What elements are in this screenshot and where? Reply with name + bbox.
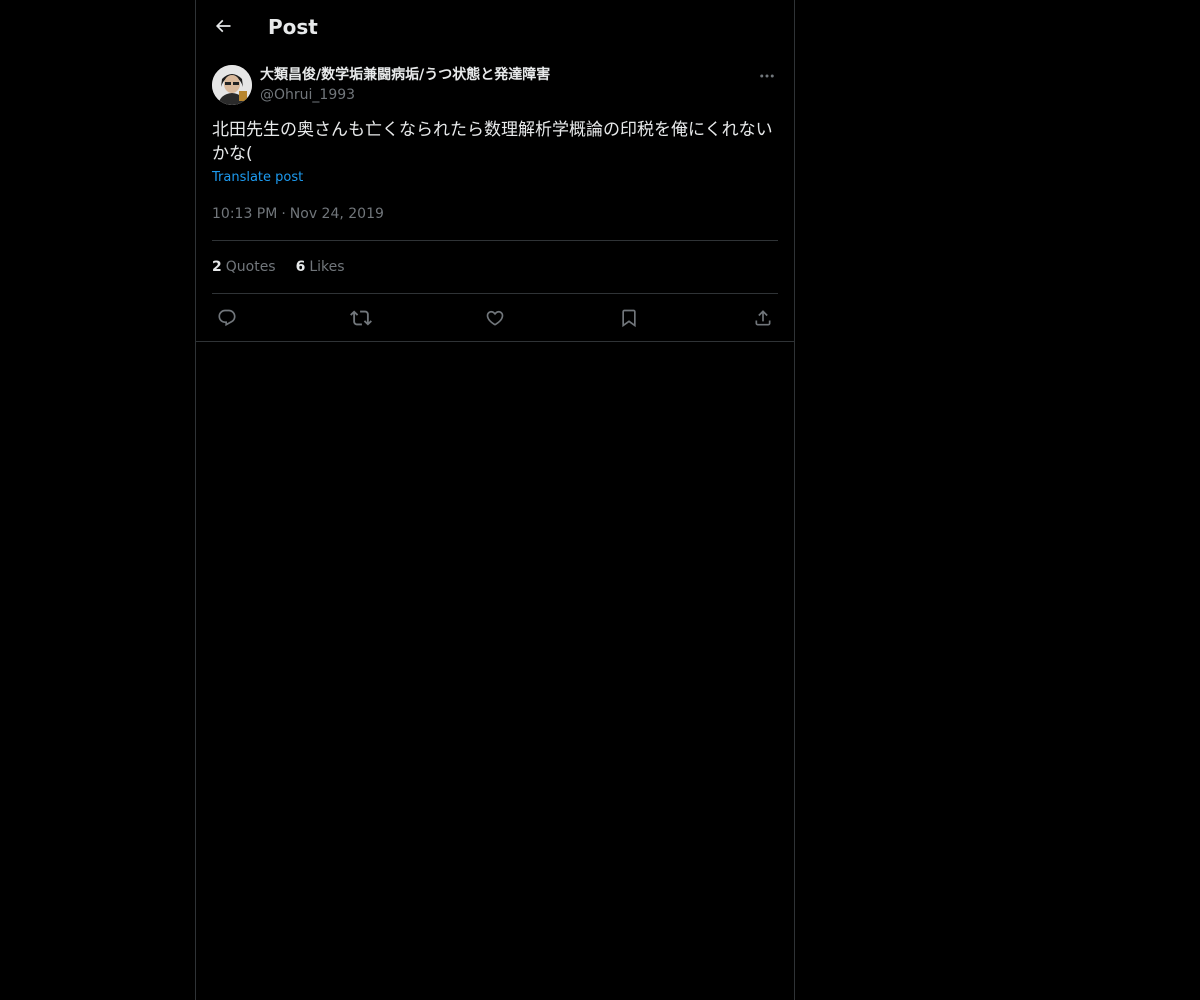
post-divider <box>196 341 794 342</box>
quotes-stat[interactable]: 2 Quotes <box>212 259 276 275</box>
like-icon <box>485 308 505 328</box>
likes-label: Likes <box>309 259 345 275</box>
likes-count: 6 <box>295 259 306 275</box>
share-icon <box>753 308 773 328</box>
timestamp-separator: · <box>281 206 286 222</box>
post-date[interactable]: Nov 24, 2019 <box>290 206 384 222</box>
author-handle[interactable]: @Ohrui_1993 <box>260 86 355 104</box>
translate-post-link[interactable]: Translate post <box>212 169 303 187</box>
author-display-name[interactable]: 大類昌俊/数学垢兼闘病垢/うつ状態と発達障害 <box>260 66 550 84</box>
likes-stat[interactable]: 6 Likes <box>296 259 345 275</box>
reply-button[interactable] <box>216 307 238 329</box>
bookmark-icon <box>619 308 639 328</box>
share-button[interactable] <box>752 307 774 329</box>
avatar[interactable] <box>212 65 252 105</box>
repost-icon <box>350 307 372 329</box>
post-text: 北田先生の奥さんも亡くなられたら数理解析学概論の印税を俺にくれないかな( <box>212 120 773 164</box>
quotes-count: 2 <box>212 259 222 275</box>
like-button[interactable] <box>484 307 506 329</box>
post: 大類昌俊/数学垢兼闘病垢/うつ状態と発達障害 @Ohrui_1993 北田先生の… <box>196 65 794 341</box>
reply-icon <box>217 308 237 328</box>
post-time[interactable]: 10:13 PM <box>212 206 277 222</box>
page-header: Post <box>196 0 794 53</box>
post-stats: 2 Quotes 6 Likes <box>212 241 778 294</box>
author-row: 大類昌俊/数学垢兼闘病垢/うつ状態と発達障害 @Ohrui_1993 <box>212 65 778 117</box>
repost-button[interactable] <box>350 307 372 329</box>
more-dots-icon <box>758 67 776 85</box>
more-options-button[interactable] <box>756 65 778 87</box>
quotes-label: Quotes <box>225 259 276 275</box>
back-button[interactable] <box>208 11 238 41</box>
page-title: Post <box>268 15 318 39</box>
post-actions <box>212 294 778 341</box>
post-timestamp: 10:13 PM · Nov 24, 2019 <box>212 204 778 241</box>
bookmark-button[interactable] <box>618 307 640 329</box>
main-column: Post 大類昌俊/数学垢兼闘病垢/うつ状態と発達障害 @Ohrui_1993 <box>195 0 795 1000</box>
arrow-left-icon <box>213 16 233 36</box>
